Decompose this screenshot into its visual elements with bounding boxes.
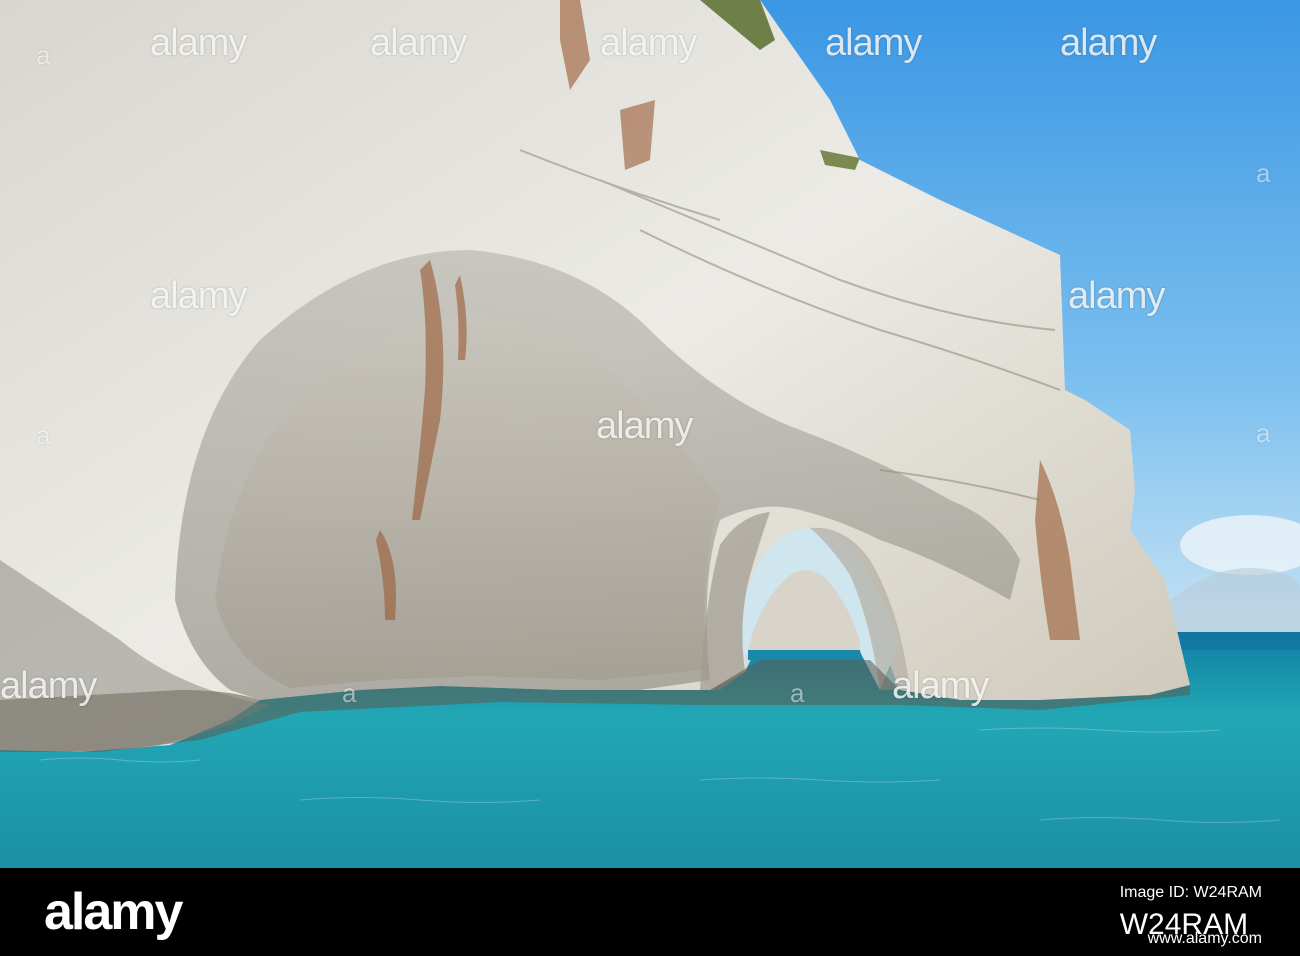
watermark-letter: a — [36, 40, 51, 70]
watermark-text: alamy — [370, 22, 467, 64]
watermark-letter: a — [36, 420, 51, 450]
footer-bar: alamy Image ID: W24RAM W24RAM www.alamy.… — [0, 868, 1300, 956]
watermark-text: alamy — [150, 275, 247, 317]
watermark-letter: a — [1256, 158, 1271, 188]
watermark-letter: a — [790, 678, 805, 708]
alamy-logo[interactable]: alamy — [44, 882, 183, 942]
watermark-letter: a — [1256, 418, 1271, 448]
watermark-text: alamy — [1060, 22, 1157, 64]
watermark-text: alamy — [150, 22, 247, 64]
image-id-label: Image ID: W24RAM — [1119, 884, 1262, 901]
watermark-text: alamy — [0, 665, 97, 707]
watermark-text: alamy — [892, 665, 989, 707]
watermark-text: alamy — [825, 22, 922, 64]
watermark-text: alamy — [596, 405, 693, 447]
watermark-text: alamy — [1068, 275, 1165, 317]
watermark-letter: a — [342, 678, 357, 708]
stock-photo: alamy alamy alamy alamy alamy alamy alam… — [0, 0, 1300, 868]
site-url[interactable]: www.alamy.com — [1148, 930, 1262, 948]
watermark-text: alamy — [600, 22, 697, 64]
